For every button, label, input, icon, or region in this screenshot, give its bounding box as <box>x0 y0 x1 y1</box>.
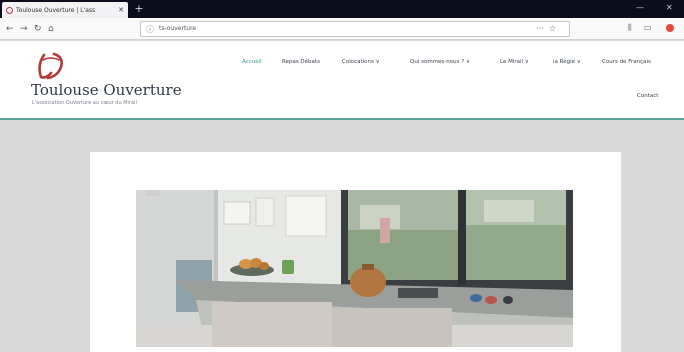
menu-item-cours-de-francais[interactable]: Cours de Français <box>602 59 651 65</box>
reload-icon[interactable]: ↻ <box>34 23 42 35</box>
home-icon[interactable]: ⌂ <box>48 23 54 35</box>
menu-item-la-regie[interactable]: la Régie ∨ <box>553 59 581 65</box>
library-icon[interactable]: ⫼ <box>628 23 632 33</box>
sidebar-icon[interactable]: ▭ <box>644 23 652 32</box>
address-bar[interactable]: ⓘ ts-ouverture ··· ☆ <box>140 21 570 37</box>
menu-item-qui-sommes-nous[interactable]: Qui sommes-nous ? ∨ <box>410 59 470 65</box>
forward-arrow-icon[interactable]: → <box>20 23 28 35</box>
new-tab-button[interactable]: + <box>132 2 146 16</box>
site-header: Toulouse Ouverture L'association Ouvertu… <box>0 41 684 120</box>
extension-icon[interactable] <box>666 24 674 32</box>
site-tagline: L'association Ouverture au cœur du Mirai… <box>32 100 137 106</box>
logo-icon[interactable] <box>34 51 68 81</box>
site-title[interactable]: Toulouse Ouverture <box>31 81 182 99</box>
site-favicon-icon <box>6 6 13 14</box>
bookmark-star-icon[interactable]: ☆ <box>549 24 556 33</box>
browser-tab-bar: Toulouse Ouverture | L'ass ✕ + — ✕ <box>0 0 684 18</box>
kitchen-photo <box>136 190 573 347</box>
menu-item-accueil[interactable]: Accueil <box>242 59 262 65</box>
tab-title: Toulouse Ouverture | L'ass <box>16 6 96 14</box>
url-text: ts-ouverture <box>159 25 197 32</box>
menu-item-contact[interactable]: Contact <box>637 93 658 99</box>
minimize-window-button[interactable]: — <box>636 3 644 12</box>
menu-item-le-mirail[interactable]: Le Mirail ∨ <box>500 59 529 65</box>
page-actions-icon[interactable]: ··· <box>536 24 544 33</box>
main-content <box>90 152 621 352</box>
tab-close-icon[interactable]: ✕ <box>118 6 124 14</box>
browser-toolbar: ← → ↻ ⌂ ⓘ ts-ouverture ··· ☆ ⫼ ▭ <box>0 18 684 40</box>
close-window-button[interactable]: ✕ <box>666 3 673 12</box>
menu-item-repas-debats[interactable]: Repas Débats <box>282 59 320 65</box>
back-arrow-icon[interactable]: ← <box>6 23 14 35</box>
browser-tab[interactable]: Toulouse Ouverture | L'ass ✕ <box>2 2 128 18</box>
menu-item-colocations[interactable]: Colocations ∨ <box>342 59 380 65</box>
info-icon[interactable]: ⓘ <box>146 24 154 35</box>
